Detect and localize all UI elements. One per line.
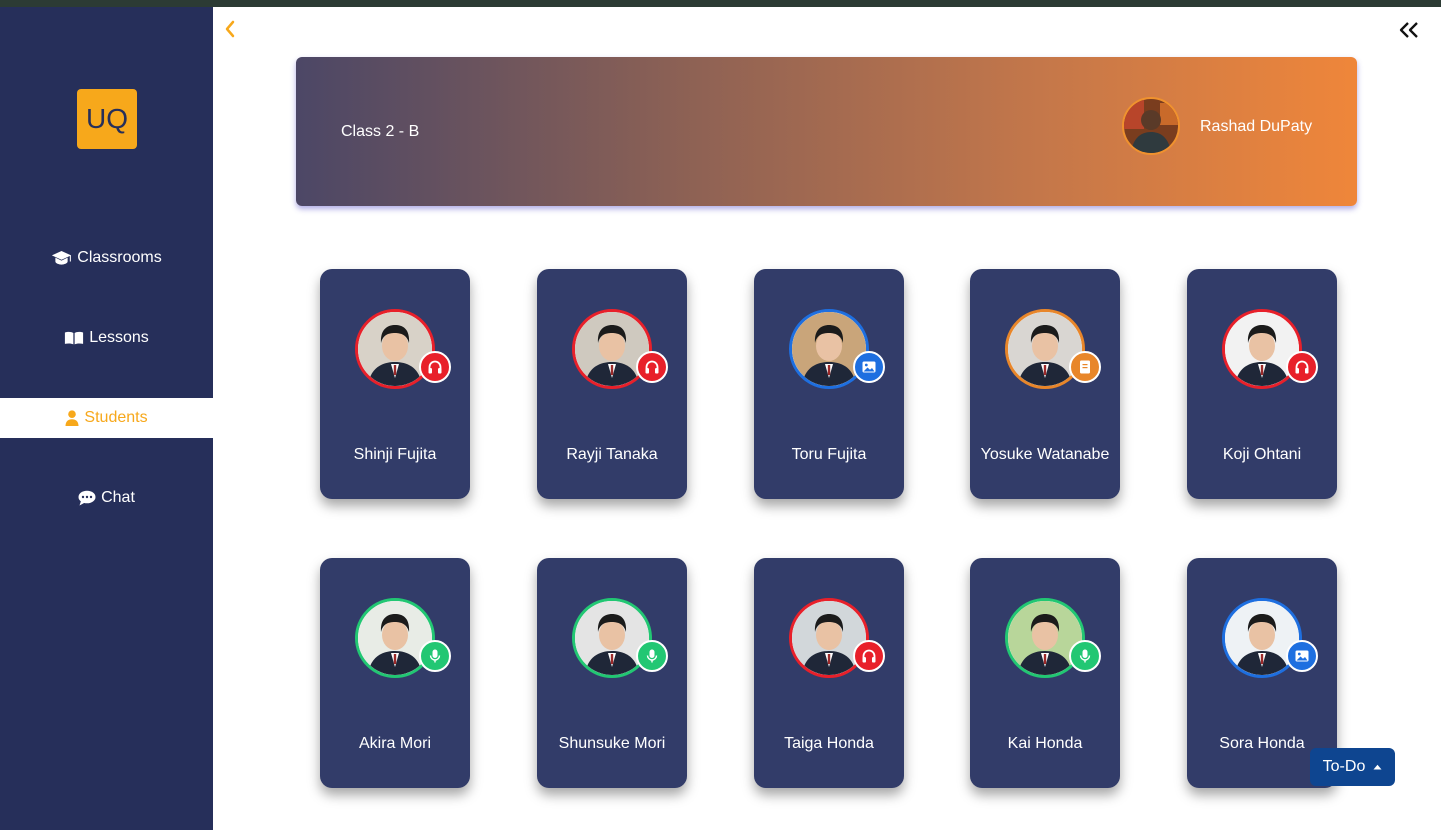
status-badge [419, 640, 451, 672]
sidebar-item-lessons[interactable]: Lessons [0, 318, 213, 358]
graduation-cap-icon [52, 251, 72, 265]
student-avatar-wrap [1005, 309, 1101, 389]
back-button[interactable] [222, 19, 238, 39]
student-name: Kai Honda [1007, 735, 1083, 752]
window-top-strip [0, 0, 1441, 7]
todo-label: To-Do [1322, 758, 1366, 775]
student-card[interactable]: Yosuke Watanabe [970, 269, 1120, 499]
student-name: Shunsuke Mori [558, 735, 666, 752]
speech-bubble-icon [78, 490, 96, 506]
sidebar-item-label: Chat [101, 489, 135, 506]
double-chevron-left-icon [1399, 22, 1418, 38]
sidebar-item-classrooms[interactable]: Classrooms [0, 238, 213, 278]
status-badge [1069, 640, 1101, 672]
student-name: Rayji Tanaka [566, 446, 658, 463]
headphones-icon [1295, 360, 1309, 374]
teacher-avatar[interactable] [1122, 97, 1180, 155]
teacher-photo [1124, 99, 1178, 153]
student-avatar-wrap [572, 309, 668, 389]
student-card[interactable]: Taiga Honda [754, 558, 904, 788]
chevron-left-icon [225, 20, 235, 38]
student-name: Shinji Fujita [353, 446, 437, 463]
student-avatar-wrap [1222, 309, 1318, 389]
sidebar-item-label: Students [84, 409, 148, 426]
status-badge [853, 351, 885, 383]
status-badge [636, 351, 668, 383]
student-name: Taiga Honda [784, 735, 874, 752]
student-avatar-wrap [355, 598, 451, 678]
microphone-icon [646, 649, 658, 663]
student-name: Yosuke Watanabe [980, 446, 1110, 463]
student-card[interactable]: Rayji Tanaka [537, 269, 687, 499]
status-badge [1286, 640, 1318, 672]
student-avatar-wrap [1222, 598, 1318, 678]
book-icon [1080, 360, 1090, 374]
sidebar-item-label: Classrooms [77, 249, 162, 266]
status-badge [853, 640, 885, 672]
caret-up-icon [1373, 764, 1382, 770]
collapse-button[interactable] [1398, 20, 1420, 40]
student-card[interactable]: Koji Ohtani [1187, 269, 1337, 499]
microphone-icon [429, 649, 441, 663]
student-card[interactable]: Kai Honda [970, 558, 1120, 788]
student-card[interactable]: Shunsuke Mori [537, 558, 687, 788]
sidebar-item-students[interactable]: Students [0, 398, 213, 438]
user-icon [65, 410, 79, 426]
todo-button[interactable]: To-Do [1310, 748, 1395, 786]
student-avatar-wrap [789, 309, 885, 389]
status-badge [419, 351, 451, 383]
student-avatar-wrap [789, 598, 885, 678]
status-badge [636, 640, 668, 672]
app-logo: UQ [77, 89, 137, 149]
student-card[interactable]: Shinji Fujita [320, 269, 470, 499]
headphones-icon [428, 360, 442, 374]
class-title: Class 2 - B [341, 123, 420, 140]
headphones-icon [645, 360, 659, 374]
student-avatar-wrap [572, 598, 668, 678]
image-icon [1295, 650, 1309, 662]
image-icon [862, 361, 876, 373]
book-icon [65, 331, 84, 345]
student-name: Toru Fujita [791, 446, 867, 463]
student-card[interactable]: Akira Mori [320, 558, 470, 788]
sidebar-item-label: Lessons [89, 329, 149, 346]
status-badge [1286, 351, 1318, 383]
status-badge [1069, 351, 1101, 383]
student-avatar-wrap [355, 309, 451, 389]
sidebar: UQ Classrooms Lessons Students Chat [0, 7, 213, 830]
student-name: Koji Ohtani [1222, 446, 1302, 463]
sidebar-item-chat[interactable]: Chat [0, 478, 213, 518]
microphone-icon [1079, 649, 1091, 663]
student-name: Akira Mori [358, 735, 431, 752]
student-card[interactable]: Toru Fujita [754, 269, 904, 499]
teacher-name: Rashad DuPaty [1200, 118, 1313, 135]
student-avatar-wrap [1005, 598, 1101, 678]
headphones-icon [862, 649, 876, 663]
class-banner: Class 2 - B Rashad DuPaty [296, 57, 1357, 206]
